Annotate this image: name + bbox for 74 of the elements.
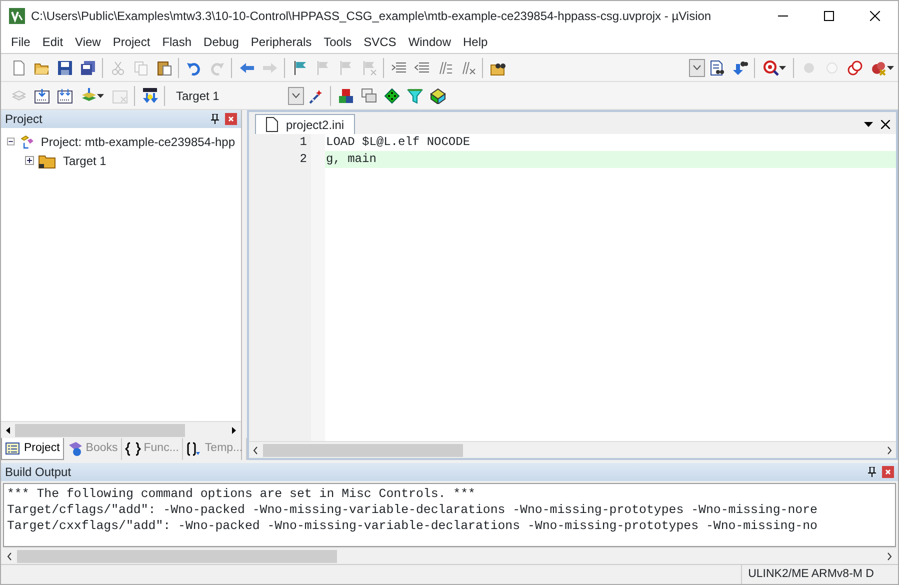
panel-title: Project — [5, 111, 42, 128]
new-file-icon[interactable] — [10, 60, 26, 76]
menu-item[interactable]: Project — [106, 33, 156, 51]
overlapping-circles-icon[interactable] — [846, 60, 862, 76]
binoculars-arrow-icon[interactable] — [732, 60, 748, 76]
menu-item[interactable]: View — [69, 33, 107, 51]
dropdown-button[interactable] — [689, 58, 705, 76]
template-icon — [186, 441, 202, 457]
colored-blocks-icon[interactable] — [338, 88, 354, 104]
pin-icon[interactable] — [868, 467, 876, 477]
line-number: 1 — [298, 134, 308, 151]
editor-tab[interactable]: project2.ini — [255, 114, 356, 134]
list-icon — [5, 440, 21, 456]
download-grid-double-icon[interactable] — [56, 88, 72, 104]
menu-item[interactable]: Peripherals — [244, 33, 318, 51]
load-arrows-icon[interactable] — [142, 88, 158, 104]
menu-item[interactable]: Debug — [198, 33, 245, 51]
diamond-icon[interactable] — [384, 88, 400, 104]
book-icon — [66, 441, 83, 457]
tree-item[interactable]: Project: mtb-example-ce239854-hpp — [40, 132, 235, 150]
menu-item[interactable]: Edit — [36, 33, 70, 51]
magnifier-icon[interactable] — [762, 60, 778, 76]
download-grid-icon[interactable] — [34, 88, 50, 104]
windows-icon[interactable] — [360, 88, 376, 104]
floppy-disks-icon[interactable] — [80, 60, 96, 76]
caret-icon[interactable] — [886, 66, 894, 70]
pin-icon[interactable] — [211, 114, 219, 124]
menu-item[interactable]: Tools — [318, 33, 358, 51]
tree-item[interactable]: Target 1 — [63, 152, 106, 170]
app-logo-icon — [9, 8, 25, 24]
output-line: Target/cflags/"add": -Wno-packed -Wno-missing-variable-declarations -Wno-missing-prototypes -Wno-missing-nore — [7, 502, 818, 518]
caret-icon[interactable] — [778, 66, 786, 70]
panel-title: Build Output — [5, 464, 72, 481]
scrollbar-thumb[interactable] — [15, 424, 185, 436]
collapse-icon[interactable] — [7, 137, 15, 146]
dropdown-button[interactable] — [288, 86, 304, 104]
chevron-icon — [292, 93, 300, 98]
output-line: Target/cxxflags/"add": -Wno-packed -Wno-missing-variable-declarations -Wno-missing-prototypes -Wno-missing-no — [7, 518, 818, 534]
indent-icon[interactable] — [390, 60, 406, 76]
expand-icon[interactable] — [25, 156, 34, 165]
menu-item[interactable]: SVCS — [358, 33, 402, 51]
menu-item[interactable]: File — [5, 33, 36, 51]
maximize-icon[interactable] — [824, 11, 834, 21]
braces-icon — [124, 441, 141, 457]
close-icon[interactable] — [870, 11, 880, 21]
document-binoculars-icon[interactable] — [708, 60, 724, 76]
tab-list-icon[interactable] — [864, 122, 873, 126]
status-text: ULINK2/ME ARMv8-M D — [741, 565, 880, 584]
scrollbar-thumb[interactable] — [17, 550, 337, 562]
caret-icon[interactable] — [96, 94, 104, 98]
funnel-icon[interactable] — [406, 88, 422, 104]
folder-icon — [38, 152, 56, 168]
circles-cross-icon[interactable] — [870, 60, 886, 76]
file-icon — [266, 117, 278, 132]
comment-lines-icon[interactable] — [436, 60, 452, 76]
panel-tab[interactable]: Project — [1, 438, 64, 460]
uncomment-lines-icon[interactable] — [460, 60, 476, 76]
clipboard-icon[interactable] — [156, 60, 172, 76]
layered-stack-icon[interactable] — [80, 88, 96, 104]
window-title: C:\Users\Public\Examples\mtw3.3\10-10-Control\HPPASS_CSG_example\mtb-example-ce239854-hppass-csg.uvprojx - µVision — [31, 8, 712, 25]
code-line: LOAD $L@L.elf NOCODE — [325, 134, 472, 151]
scrollbar-thumb[interactable] — [263, 444, 463, 456]
target-selector[interactable]: Target 1 — [168, 86, 288, 104]
flag-icon[interactable] — [292, 60, 308, 76]
close-icon[interactable] — [881, 120, 890, 128]
project-icon — [18, 134, 34, 150]
line-number: 2 — [298, 151, 308, 168]
menu-item[interactable]: Window — [402, 33, 457, 51]
chevron-icon — [693, 65, 701, 70]
magic-wand-icon[interactable] — [308, 88, 324, 104]
menu-item[interactable]: Help — [457, 33, 494, 51]
outdent-icon[interactable] — [414, 60, 430, 76]
output-line: *** The following command options are set in Misc Controls. *** — [7, 486, 476, 502]
menu-item[interactable]: Flash — [156, 33, 198, 51]
